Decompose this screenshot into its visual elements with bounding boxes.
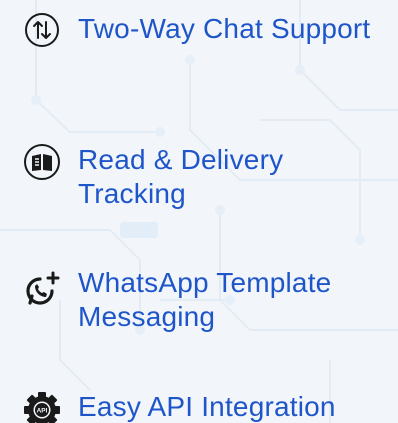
feature-template-messaging: WhatsApp Template Messaging [20,264,392,334]
feature-two-way-chat: Two-Way Chat Support [20,10,392,52]
whatsapp-add-icon [20,268,64,312]
feature-label: Read & Delivery Tracking [78,144,284,209]
gear-api-icon: API [20,388,64,423]
feature-read-delivery: Read & Delivery Tracking [20,141,392,211]
feature-label: Two-Way Chat Support [78,13,371,44]
circuit-background [0,0,398,423]
feature-label: WhatsApp Template Messaging [78,267,332,332]
gear-api-text: API [37,408,48,415]
book-icon [20,140,64,184]
arrows-updown-icon [20,8,64,52]
feature-label: Easy API Integration [78,391,336,422]
feature-api-integration: API Easy API Integration [20,388,392,423]
